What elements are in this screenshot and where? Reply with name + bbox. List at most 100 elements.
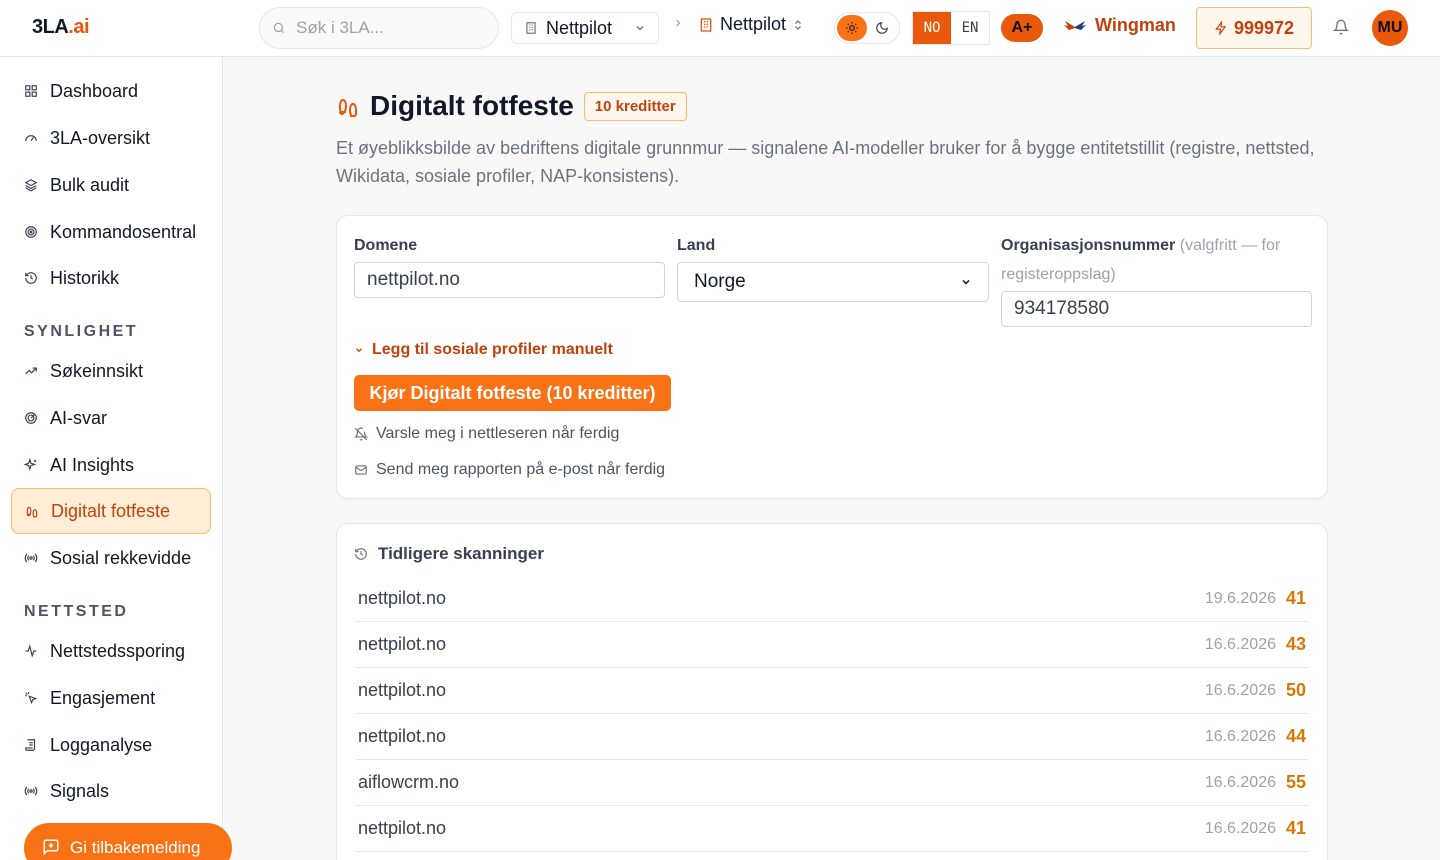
workspace-name: Nettpilot <box>546 17 613 38</box>
scan-date: 16.6.2026 <box>1204 819 1276 837</box>
broadcast-icon <box>24 553 38 563</box>
sparkles-icon <box>24 458 37 471</box>
scan-domain: nettpilot.no <box>358 680 447 700</box>
search-input[interactable] <box>296 18 486 38</box>
workspace-select[interactable]: Nettpilot <box>511 12 659 44</box>
project-name: Nettpilot <box>720 14 787 34</box>
org-number-input[interactable]: 934178580 <box>1001 291 1312 327</box>
avatar[interactable]: MU <box>1372 10 1408 46</box>
theme-toggle[interactable] <box>834 12 900 44</box>
scroll-icon <box>25 739 36 751</box>
chevron-right-icon <box>672 16 684 34</box>
scan-date: 16.6.2026 <box>1204 681 1276 699</box>
chevron-down-icon <box>962 279 970 285</box>
list-item[interactable]: nettpilot.no 19.6.2026 41 <box>356 576 1308 622</box>
sidebar-item-dashboard[interactable]: Dashboard <box>11 68 211 114</box>
bell-icon[interactable] <box>1332 18 1350 41</box>
grade-badge[interactable]: A+ <box>1001 14 1043 42</box>
history-icon <box>25 272 37 284</box>
scan-domain: nettpilot.no <box>358 726 447 746</box>
feedback-button[interactable]: Gi tilbakemelding <box>24 823 232 860</box>
list-item[interactable]: nettpilot.no 16.6.2026 44 <box>356 714 1308 760</box>
sidebar-item-ai-svar[interactable]: AI-svar <box>11 395 211 441</box>
domain-label: Domene <box>354 237 418 254</box>
page-header: Digitalt fotfeste 10 kreditter <box>336 90 687 122</box>
sidebar-item-3la-oversikt[interactable]: 3LA-oversikt <box>11 115 211 161</box>
top-bar: 3LA.ai Nettpilot Nettpilot NO EN A+ Wing… <box>0 0 1440 57</box>
sun-icon[interactable] <box>837 15 867 41</box>
gauge-icon <box>25 135 37 142</box>
scan-date: 16.6.2026 <box>1204 727 1276 745</box>
scan-domain: nettpilot.no <box>358 818 447 838</box>
add-social-profiles-toggle[interactable]: Legg til sosiale profiler manuelt <box>354 341 613 359</box>
scan-domain: nettpilot.no <box>358 588 447 608</box>
sidebar-item-ai-insights[interactable]: AI Insights <box>11 442 211 488</box>
pointer-icon <box>25 692 38 705</box>
scan-score: 41 <box>1286 588 1307 608</box>
credits-button[interactable]: 999972 <box>1196 7 1312 49</box>
chevron-down-icon <box>634 18 646 39</box>
sidebar-item-sokeinnsikt[interactable]: Søkeinnsikt <box>11 348 211 394</box>
sidebar-item-kommandosentral[interactable]: Kommandosentral <box>11 209 211 255</box>
building-icon <box>526 22 536 34</box>
scan-score: 44 <box>1286 726 1307 746</box>
bolt-icon <box>1215 21 1227 35</box>
run-scan-button[interactable]: Kjør Digitalt fotfeste (10 kreditter) <box>354 375 671 411</box>
project-select[interactable]: Nettpilot <box>698 14 804 35</box>
page-description: Et øyeblikksbilde av bedriftens digitale… <box>336 138 1315 186</box>
country-label: Land <box>677 237 716 254</box>
sidebar-item-sosial-rekkevidde[interactable]: Sosial rekkevidde <box>11 535 211 581</box>
layers-icon <box>24 179 38 192</box>
scan-score: 50 <box>1286 680 1307 700</box>
lang-en-button[interactable]: EN <box>951 12 989 44</box>
target-icon <box>25 226 37 238</box>
scan-score: 55 <box>1286 772 1307 792</box>
mail-icon <box>355 465 367 475</box>
sidebar-item-nettstedssporing[interactable]: Nettstedssporing <box>11 628 211 674</box>
grid-icon <box>25 85 37 97</box>
sidebar-item-historikk[interactable]: Historikk <box>11 255 211 301</box>
trend-icon <box>25 367 37 375</box>
credits-cost-badge: 10 kreditter <box>583 91 687 121</box>
chevron-down-icon <box>356 348 362 353</box>
broadcast-icon <box>24 786 38 796</box>
country-select[interactable]: Norge <box>677 262 989 302</box>
sidebar-item-logganalyse[interactable]: Logganalyse <box>11 722 211 768</box>
lang-no-button[interactable]: NO <box>913 12 951 44</box>
section-heading-nettsted: NETTSTED <box>24 603 129 620</box>
history-icon <box>355 548 367 560</box>
list-item[interactable]: nettpilot.no 16.6.2026 50 <box>356 668 1308 714</box>
wingman-label: Wingman <box>1095 15 1176 35</box>
sidebar-item-digitalt-fotfeste[interactable]: Digitalt fotfeste <box>11 488 211 534</box>
global-search[interactable] <box>259 7 499 49</box>
notify-email-toggle[interactable]: Send meg rapporten på e-post når ferdig <box>354 461 665 479</box>
scan-domain: nettpilot.no <box>358 634 447 654</box>
credits-value: 999972 <box>1233 17 1295 38</box>
page-title: Digitalt fotfeste <box>370 90 574 121</box>
scan-date: 16.6.2026 <box>1204 635 1276 653</box>
sidebar-item-engasjement[interactable]: Engasjement <box>11 675 211 721</box>
scan-score: 43 <box>1286 634 1307 654</box>
sidebar: Dashboard 3LA-oversikt Bulk audit Komman… <box>0 57 223 860</box>
wingman-button[interactable]: Wingman <box>1063 15 1176 36</box>
list-item[interactable]: aiflowcrm.no 16.6.2026 55 <box>356 760 1308 806</box>
activity-icon <box>25 644 37 658</box>
moon-icon[interactable] <box>867 15 897 41</box>
app-logo[interactable]: 3LA.ai <box>32 16 90 39</box>
list-item[interactable]: nettpilot.no 16.6.2026 41 <box>356 806 1308 852</box>
wings-icon <box>1064 20 1086 30</box>
sidebar-item-signals[interactable]: Signals <box>11 768 211 814</box>
previous-scans-list: nettpilot.no 19.6.2026 41 nettpilot.no 1… <box>356 576 1308 852</box>
building-icon <box>700 17 712 32</box>
previous-scans-card: Tidligere skanninger nettpilot.no 19.6.2… <box>336 523 1328 860</box>
bell-off-icon <box>354 427 368 441</box>
sidebar-item-bulk-audit[interactable]: Bulk audit <box>11 162 211 208</box>
list-item[interactable]: nettpilot.no 16.6.2026 43 <box>356 622 1308 668</box>
domain-input[interactable]: nettpilot.no <box>354 262 665 298</box>
message-plus-icon <box>43 839 59 856</box>
notify-browser-toggle[interactable]: Varsle meg i nettleseren når ferdig <box>354 425 619 443</box>
section-heading-synlighet: SYNLIGHET <box>24 323 139 340</box>
org-number-label: Organisasjonsnummer (valgfritt — for reg… <box>1001 237 1281 283</box>
previous-scans-header: Tidligere skanninger <box>354 544 544 564</box>
footprints-icon <box>339 98 357 117</box>
